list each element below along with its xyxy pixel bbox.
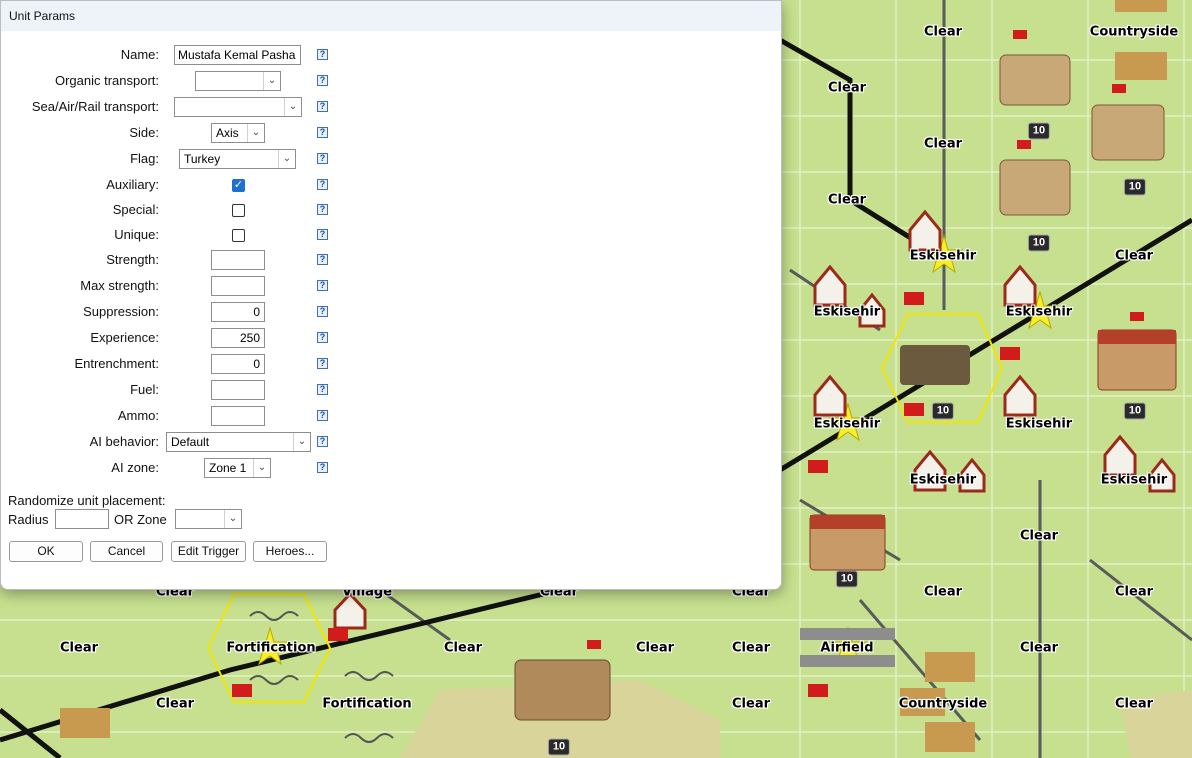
ammo-input[interactable] xyxy=(211,406,265,426)
strength-label: Strength: xyxy=(106,252,159,267)
strength-row: Strength: ? xyxy=(1,249,341,271)
entrenchment-row: Entrenchment: 0 ? xyxy=(1,353,341,375)
unique-checkbox[interactable] xyxy=(232,229,245,242)
suppression-row: Suppression: 0 ? xyxy=(1,301,341,323)
auxiliary-row: Auxiliary: ✓ ? xyxy=(1,174,341,196)
help-icon[interactable]: ? xyxy=(317,153,328,164)
entrenchment-input[interactable]: 0 xyxy=(211,354,265,374)
max-strength-label: Max strength: xyxy=(80,278,159,293)
ai-zone-row: AI zone: Zone 1 ⌄ ? xyxy=(1,457,341,479)
flag-select[interactable]: Turkey ⌄ xyxy=(179,149,296,169)
ai-behavior-value: Default xyxy=(171,435,210,449)
help-icon[interactable]: ? xyxy=(317,127,328,138)
dialog-title: Unit Params xyxy=(1,1,781,31)
help-icon[interactable]: ? xyxy=(317,358,328,369)
organic-transport-row: Organic transport: ⌄ ? xyxy=(1,70,341,92)
special-label: Special: xyxy=(112,202,159,217)
help-icon[interactable]: ? xyxy=(317,229,328,240)
side-select[interactable]: Axis ⌄ xyxy=(211,123,265,143)
ammo-row: Ammo: ? xyxy=(1,405,341,427)
fuel-label: Fuel: xyxy=(130,382,159,397)
strength-input[interactable] xyxy=(211,250,265,270)
unit-strength-badge: 10 xyxy=(1027,234,1051,252)
auxiliary-checkbox[interactable]: ✓ xyxy=(232,179,245,192)
experience-label: Experience: xyxy=(90,330,159,345)
organic-transport-select[interactable]: ⌄ xyxy=(195,71,281,91)
or-zone-label: OR Zone xyxy=(114,512,167,527)
side-value: Axis xyxy=(216,126,239,140)
unit-strength-badge: 10 xyxy=(835,570,859,588)
help-icon[interactable]: ? xyxy=(317,204,328,215)
ai-behavior-label: AI behavior: xyxy=(89,434,159,449)
cancel-button[interactable]: Cancel xyxy=(90,541,163,562)
ai-behavior-select[interactable]: Default ⌄ xyxy=(166,432,311,452)
help-icon[interactable]: ? xyxy=(317,436,328,447)
randomize-placement-label: Randomize unit placement: xyxy=(8,493,166,508)
organic-transport-label: Organic transport: xyxy=(54,73,159,88)
help-icon[interactable]: ? xyxy=(317,75,328,86)
unit-strength-badge: 10 xyxy=(1123,402,1147,420)
radius-input[interactable] xyxy=(55,509,109,529)
help-icon[interactable]: ? xyxy=(317,101,328,112)
help-icon[interactable]: ? xyxy=(317,332,328,343)
flag-row: Flag: Turkey ⌄ ? xyxy=(1,148,341,170)
name-label: Name: xyxy=(120,47,159,62)
chevron-down-icon: ⌄ xyxy=(263,72,280,90)
entrenchment-label: Entrenchment: xyxy=(74,356,159,371)
experience-input[interactable]: 250 xyxy=(211,328,265,348)
sea-air-rail-select[interactable]: ⌄ xyxy=(174,97,302,117)
unit-strength-badge: 10 xyxy=(1123,178,1147,196)
unit-strength-badge: 10 xyxy=(1027,122,1051,140)
ai-zone-label: AI zone: xyxy=(111,460,159,475)
edit-trigger-button[interactable]: Edit Trigger xyxy=(171,541,246,562)
special-row: Special: ? xyxy=(1,199,341,221)
fuel-row: Fuel: ? xyxy=(1,379,341,401)
radius-label: Radius xyxy=(8,512,49,527)
help-icon[interactable]: ? xyxy=(317,179,328,190)
help-icon[interactable]: ? xyxy=(317,410,328,421)
help-icon[interactable]: ? xyxy=(317,306,328,317)
name-row: Name: Mustafa Kemal Pasha ? xyxy=(1,44,341,66)
ai-zone-select[interactable]: Zone 1 ⌄ xyxy=(204,458,271,478)
chevron-down-icon: ⌄ xyxy=(253,459,270,477)
chevron-down-icon: ⌄ xyxy=(278,150,295,168)
unit-strength-badge: 10 xyxy=(931,402,955,420)
chevron-down-icon: ⌄ xyxy=(247,124,264,142)
flag-label: Flag: xyxy=(130,151,159,166)
flag-value: Turkey xyxy=(184,152,221,166)
special-checkbox[interactable] xyxy=(232,204,245,217)
chevron-down-icon: ⌄ xyxy=(224,510,241,528)
sea-air-rail-row: Sea/Air/Rail transport: ⌄ ? xyxy=(1,96,341,118)
side-label: Side: xyxy=(129,125,159,140)
max-strength-row: Max strength: ? xyxy=(1,275,341,297)
unit-strength-badge: 10 xyxy=(547,738,571,756)
ai-behavior-row: AI behavior: Default ⌄ ? xyxy=(1,431,341,453)
help-icon[interactable]: ? xyxy=(317,49,328,60)
ammo-label: Ammo: xyxy=(117,408,159,423)
suppression-label: Suppression: xyxy=(83,304,159,319)
fuel-input[interactable] xyxy=(211,380,265,400)
help-icon[interactable]: ? xyxy=(317,280,328,291)
unique-label: Unique: xyxy=(114,227,159,242)
ok-button[interactable]: OK xyxy=(9,541,83,562)
suppression-input[interactable]: 0 xyxy=(211,302,265,322)
chevron-down-icon: ⌄ xyxy=(293,433,310,451)
name-input[interactable]: Mustafa Kemal Pasha xyxy=(174,45,301,65)
help-icon[interactable]: ? xyxy=(317,254,328,265)
help-icon[interactable]: ? xyxy=(317,384,328,395)
unique-row: Unique: ? xyxy=(1,224,341,246)
auxiliary-label: Auxiliary: xyxy=(106,177,159,192)
help-icon[interactable]: ? xyxy=(317,462,328,473)
chevron-down-icon: ⌄ xyxy=(284,98,301,116)
max-strength-input[interactable] xyxy=(211,276,265,296)
ai-zone-value: Zone 1 xyxy=(209,461,247,475)
heroes-button[interactable]: Heroes... xyxy=(253,541,327,562)
experience-row: Experience: 250 ? xyxy=(1,327,341,349)
unit-params-dialog: Unit Params Name: Mustafa Kemal Pasha ? … xyxy=(0,0,782,590)
sea-air-rail-label: Sea/Air/Rail transport: xyxy=(31,99,159,114)
side-row: Side: Axis ⌄ ? xyxy=(1,122,341,144)
or-zone-select[interactable]: ⌄ xyxy=(175,509,242,529)
